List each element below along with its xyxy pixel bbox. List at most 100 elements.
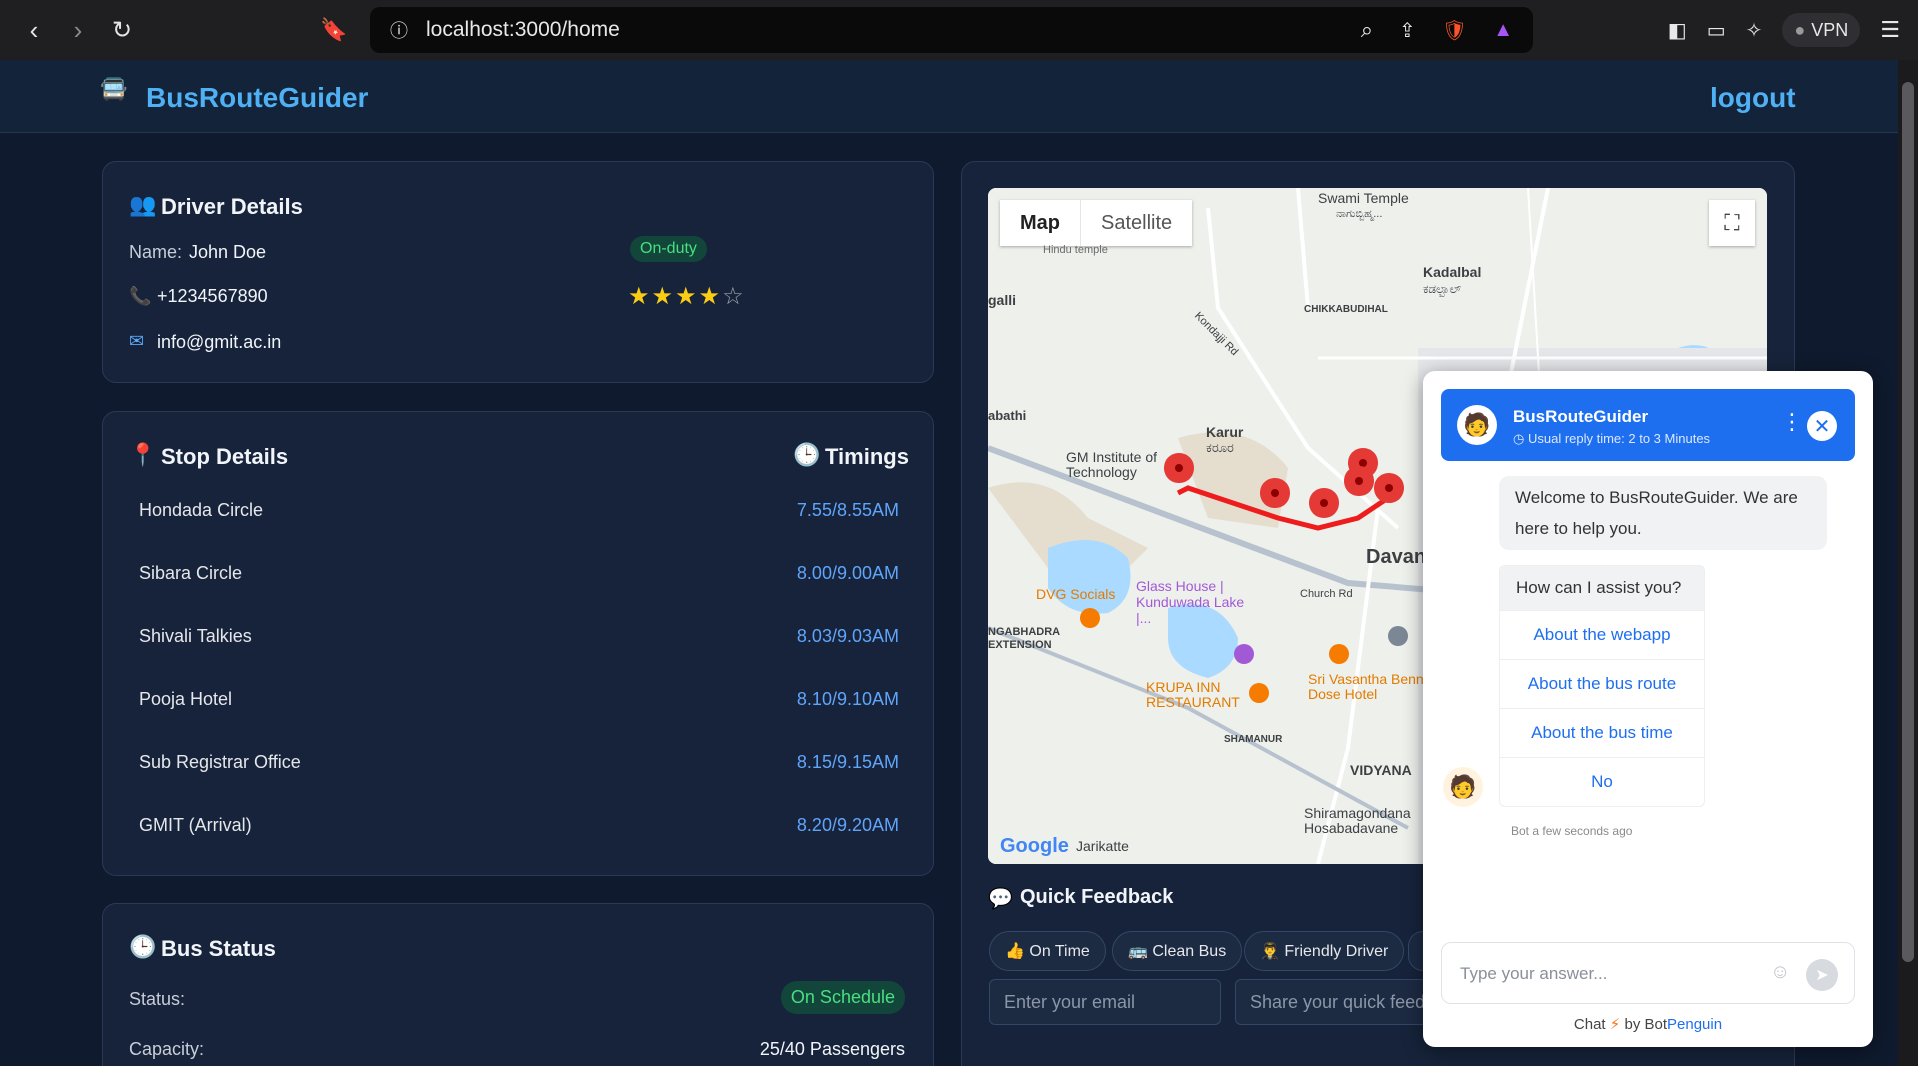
- stop-row: Pooja Hotel 8.10/9.10AM: [139, 679, 899, 719]
- restaurant-icon[interactable]: [1080, 608, 1100, 628]
- back-icon[interactable]: ‹: [12, 8, 56, 52]
- clock-icon: 🕒: [793, 442, 821, 467]
- chat-option-webapp[interactable]: About the webapp: [1500, 610, 1704, 659]
- map-place-label-kn: ನಾಗುಬ್ಬಿಹ್ಮ...: [1336, 208, 1383, 220]
- close-icon[interactable]: ✕: [1807, 411, 1837, 441]
- chat-option-bus-time[interactable]: About the bus time: [1500, 708, 1704, 757]
- map-poi-label: Hindu temple: [1043, 244, 1108, 256]
- chat-input-placeholder: Type your answer...: [1460, 964, 1608, 983]
- driver-name: John Doe: [189, 242, 267, 262]
- timings-title: Timings: [825, 444, 909, 469]
- map-type-tabs: Map Satellite: [1000, 200, 1193, 246]
- status-badge: On Schedule: [780, 981, 905, 1014]
- driver-phone[interactable]: +1234567890: [157, 286, 268, 307]
- vpn-button[interactable]: ● VPN: [1782, 13, 1861, 47]
- driver-email[interactable]: info@gmit.ac.in: [157, 332, 281, 353]
- map-place-label-kn: ಕಡಲ್ಬಾಲ್: [1423, 282, 1462, 296]
- clock-icon: 🕒: [129, 934, 157, 959]
- forward-icon[interactable]: ›: [56, 8, 100, 52]
- capacity-label: Capacity:: [129, 1039, 205, 1059]
- tab-satellite[interactable]: Satellite: [1080, 200, 1192, 246]
- map-city-label: Davan: [1366, 546, 1427, 568]
- map-place-label: Jarikatte: [1076, 838, 1129, 854]
- driver-details-title: Driver Details: [161, 194, 303, 219]
- map-marker[interactable]: [1344, 466, 1374, 496]
- share-icon[interactable]: ⇪: [1399, 18, 1416, 43]
- sidebar-icon[interactable]: ◧: [1668, 18, 1687, 43]
- stop-time: 8.03/9.03AM: [796, 625, 899, 646]
- wallet-icon[interactable]: ▭: [1707, 18, 1726, 43]
- attraction-icon[interactable]: [1234, 644, 1254, 664]
- stop-name: Sibara Circle: [139, 562, 243, 583]
- zoom-icon[interactable]: ⌕: [1361, 17, 1373, 43]
- stop-name: Sub Registrar Office: [139, 751, 301, 772]
- feedback-text-input[interactable]: Share your quick feedback: [1235, 979, 1435, 1025]
- feedback-chip-clean-bus[interactable]: 🚌 Clean Bus: [1112, 931, 1243, 971]
- chat-options: How can I assist you? About the webapp A…: [1499, 565, 1705, 807]
- map-poi-label: Glass House | Kunduwada Lake |...: [1136, 578, 1245, 626]
- quick-feedback-title: Quick Feedback: [1020, 886, 1174, 908]
- fullscreen-icon[interactable]: ⛶: [1709, 200, 1755, 246]
- leo-ai-icon[interactable]: ✧: [1746, 18, 1763, 43]
- clock-icon: ◷: [1513, 431, 1525, 446]
- star-icon: ★: [675, 283, 699, 310]
- transit-icon[interactable]: [1388, 626, 1408, 646]
- map-marker[interactable]: [1260, 478, 1290, 508]
- map-marker[interactable]: [1309, 488, 1339, 518]
- map-area-label: CHIKKABUDIHAL: [1304, 304, 1388, 315]
- driver-rating: ★★★★☆: [628, 282, 746, 311]
- map-poi-label: DVG Socials: [1036, 586, 1116, 602]
- brand-title[interactable]: BusRouteGuider: [146, 82, 368, 114]
- powered-by: by Bot: [1624, 1016, 1668, 1033]
- map-marker[interactable]: [1374, 473, 1404, 503]
- bolt-icon: ⚡: [1609, 1016, 1621, 1033]
- stop-time: 8.10/9.10AM: [796, 688, 899, 709]
- map-place-label: Karur: [1206, 424, 1244, 440]
- powered-brand[interactable]: Penguin: [1667, 1016, 1722, 1033]
- restaurant-icon[interactable]: [1329, 644, 1349, 664]
- browser-toolbar: ‹ › ↻ 🔖 ⓘ localhost:3000/home ⌕ ⇪ 🛡 ▲ ◧ …: [0, 0, 1918, 60]
- duty-badge: On-duty: [630, 236, 707, 262]
- map-poi-label: Sri Vasantha Benne Dose Hotel: [1308, 671, 1432, 702]
- stop-details-card: 📍 Stop Details 🕒 Timings Hondada Circle 7…: [102, 411, 934, 876]
- chat-message-meta: Bot a few seconds ago: [1511, 824, 1633, 838]
- comments-icon: 💬: [988, 888, 1013, 910]
- brave-shield-icon[interactable]: 🛡: [1442, 18, 1467, 43]
- map-poi-label: KRUPA INN RESTAURANT: [1146, 679, 1240, 710]
- driver-name-label: Name:: [129, 242, 183, 262]
- kebab-menu-icon[interactable]: ⋮: [1781, 409, 1803, 435]
- emoji-icon[interactable]: ☺: [1770, 961, 1790, 984]
- capacity-value: 25/40 Passengers: [759, 1039, 905, 1059]
- stop-time: 7.55/8.55AM: [796, 499, 899, 520]
- stop-time: 8.15/9.15AM: [796, 751, 899, 772]
- feedback-chip-friendly-driver[interactable]: 👨‍✈️ Friendly Driver: [1244, 931, 1405, 971]
- star-empty-icon: ☆: [722, 283, 746, 310]
- feedback-chip-on-time[interactable]: 👍 On Time: [989, 931, 1106, 971]
- stop-name: GMIT (Arrival): [139, 814, 252, 835]
- reload-icon[interactable]: ↻: [100, 8, 144, 52]
- chat-option-no[interactable]: No: [1500, 757, 1704, 806]
- bookmark-icon[interactable]: 🔖: [312, 8, 356, 52]
- menu-icon[interactable]: ☰: [1880, 17, 1900, 43]
- chat-widget: 🧑 BusRouteGuider ◷ Usual reply time: 2 t…: [1423, 371, 1873, 1047]
- feedback-email-input[interactable]: Enter your email: [989, 979, 1221, 1025]
- chat-option-bus-route[interactable]: About the bus route: [1500, 659, 1704, 708]
- driver-details-card: 👥 Driver Details Name: John Doe On-duty …: [102, 161, 934, 383]
- map-pin-icon: 📍: [129, 442, 157, 467]
- map-place-label-kn: ಕರೂರ: [1206, 440, 1234, 455]
- address-bar[interactable]: ⓘ localhost:3000/home ⌕ ⇪ 🛡 ▲: [370, 7, 1533, 53]
- brave-rewards-icon[interactable]: ▲: [1493, 19, 1513, 42]
- map-place-label: Shiramagondana Hosabadavane: [1304, 805, 1411, 836]
- tab-map[interactable]: Map: [1000, 200, 1080, 246]
- chat-powered-by: Chat ⚡ by BotPenguin: [1423, 1015, 1873, 1033]
- site-info-icon[interactable]: ⓘ: [390, 17, 408, 43]
- map-road-label: Church Rd: [1300, 588, 1353, 600]
- stop-row: GMIT (Arrival) 8.20/9.20AM: [139, 805, 899, 845]
- logout-link[interactable]: logout: [1710, 82, 1796, 114]
- page-scrollbar[interactable]: [1898, 60, 1918, 1066]
- chat-input[interactable]: Type your answer... ☺ ➤: [1441, 942, 1855, 1004]
- map-poi-label: GM Institute of Technology: [1066, 449, 1158, 480]
- send-icon[interactable]: ➤: [1806, 959, 1838, 991]
- chat-reply-time: ◷ Usual reply time: 2 to 3 Minutes: [1513, 431, 1710, 447]
- scrollbar-thumb[interactable]: [1902, 82, 1914, 962]
